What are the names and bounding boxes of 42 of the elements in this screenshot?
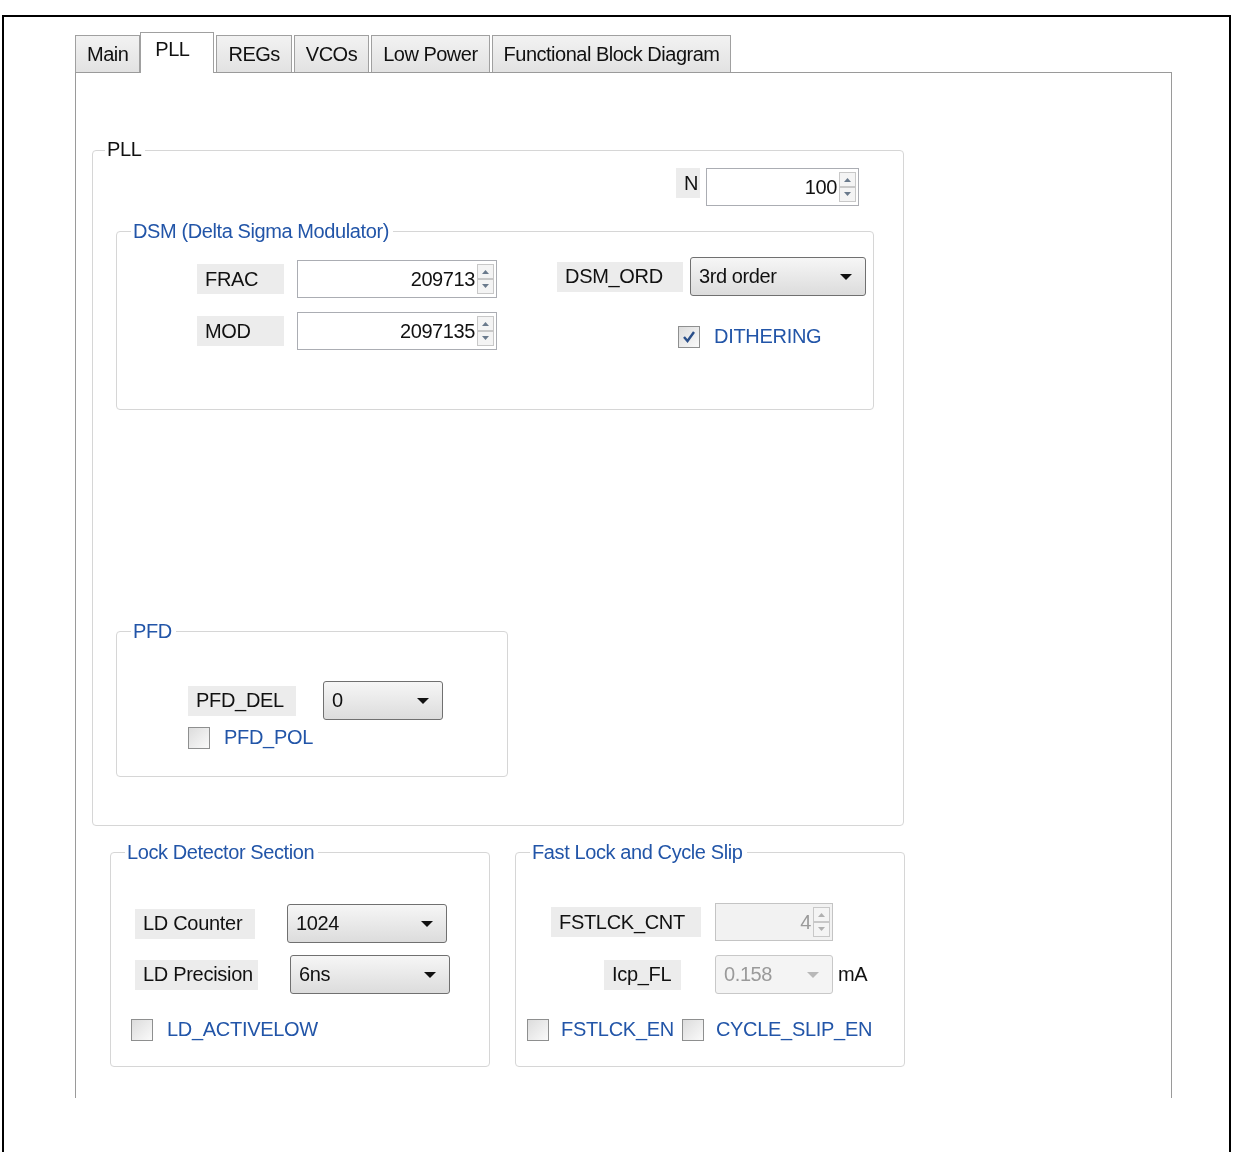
field-label: LD Precision: [135, 959, 258, 990]
tab[interactable]: VCOs: [293, 35, 370, 72]
checkbox[interactable]: [188, 726, 210, 749]
tab[interactable]: Functional Block Diagram: [491, 35, 732, 72]
number-field[interactable]: 100: [706, 168, 859, 206]
unit-label: mA: [838, 963, 867, 986]
caret-icon: [420, 919, 434, 928]
field-label: N: [676, 168, 700, 198]
number-field[interactable]: 209713: [297, 260, 497, 298]
checkbox[interactable]: [678, 325, 700, 348]
field-label: FSTLCK_CNT: [551, 907, 701, 937]
spin-buttons-icon[interactable]: [477, 264, 494, 294]
dropdown[interactable]: 6ns: [290, 955, 450, 994]
dropdown[interactable]: 0: [323, 681, 443, 720]
field-label: MOD: [197, 316, 284, 346]
field-label: PFD_DEL: [188, 685, 296, 716]
field-label: DSM_ORD: [557, 261, 683, 292]
check-icon: [682, 329, 696, 344]
checkbox-label: DITHERING: [714, 325, 822, 348]
tab[interactable]: Low Power: [371, 35, 490, 72]
dropdown[interactable]: 1024: [287, 904, 447, 943]
checkbox[interactable]: [527, 1018, 549, 1041]
caret-icon: [423, 970, 437, 979]
number-field[interactable]: 2097135: [297, 312, 497, 350]
dropdown[interactable]: 3rd order: [690, 257, 866, 296]
checkbox-label: FSTLCK_EN: [561, 1018, 674, 1041]
checkbox-label: PFD_POL: [224, 726, 314, 749]
field-label: LD Counter: [135, 908, 255, 939]
checkbox[interactable]: [681, 1018, 704, 1041]
spin-buttons-icon[interactable]: [477, 316, 494, 346]
spin-buttons-icon[interactable]: [839, 172, 856, 202]
caret-icon: [806, 970, 820, 979]
caret-icon: [416, 696, 430, 705]
caret-icon: [839, 272, 853, 281]
field-label: FRAC: [197, 264, 284, 294]
checkbox-label: LD_ACTIVELOW: [167, 1018, 318, 1041]
field-label: Icp_FL: [604, 959, 681, 990]
checkbox[interactable]: [131, 1018, 153, 1041]
tab[interactable]: REGs: [216, 35, 292, 72]
checkbox-label: CYCLE_SLIP_EN: [715, 1018, 873, 1041]
tab[interactable]: Main: [75, 35, 141, 72]
tab[interactable]: PLL: [140, 32, 215, 73]
